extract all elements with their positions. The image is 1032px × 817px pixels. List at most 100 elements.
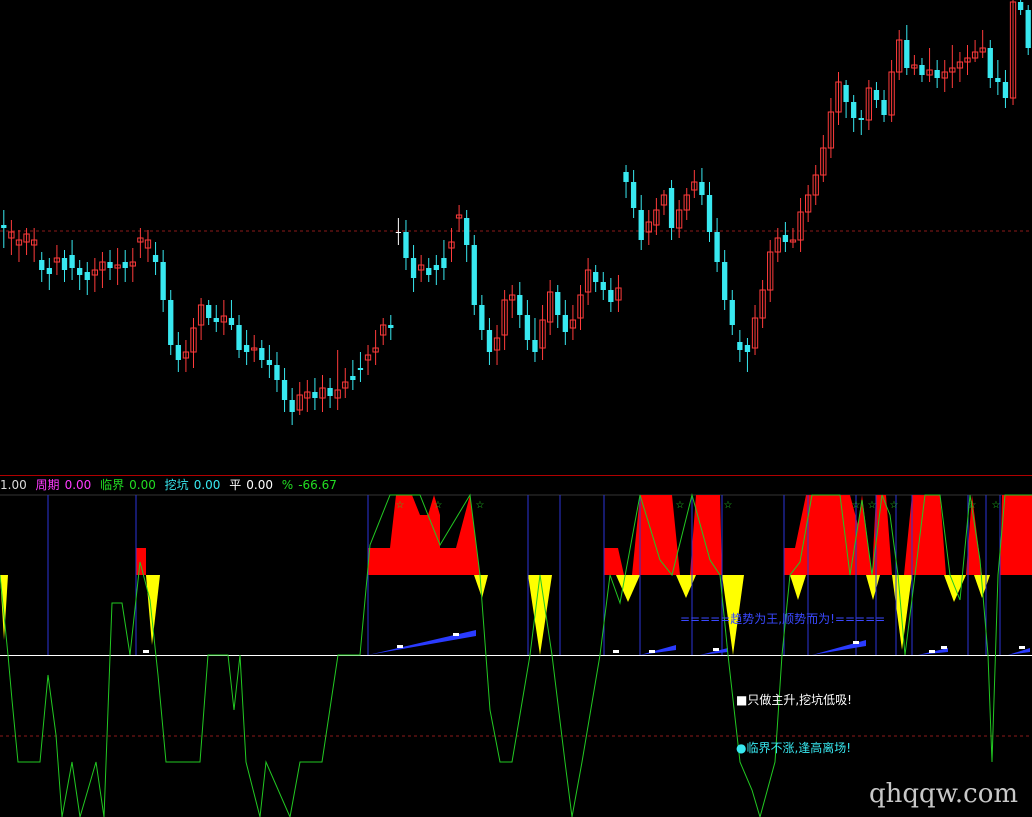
candle [532,318,538,362]
candle-body [737,342,743,350]
candle-body [630,182,637,208]
candle [630,170,637,218]
candle [569,305,577,340]
candle-body [327,388,333,396]
candle [843,80,849,118]
candle-body [995,78,1001,82]
blue-ramp [368,630,476,655]
indicator-panel[interactable]: ☆ ☆ ☆ ☆ ☆ ☆ ☆ ☆ ☆ ☆ [0,477,1032,817]
candle [546,280,554,335]
candle-body [744,345,751,352]
candle-body [517,295,523,315]
candle-body [350,376,356,380]
candle [364,345,372,375]
legend-critical-value: 0.00 [129,478,156,492]
candle [455,205,463,232]
candle-body [638,210,644,240]
yellow-signal [146,575,160,645]
candle [319,375,326,412]
candle [683,188,690,220]
white-marker [397,645,403,648]
star-icon: ☆ [676,500,685,511]
candle-body [84,272,90,280]
candle [934,60,940,88]
candle-body [858,118,864,120]
candle-body [168,300,174,345]
candle-body [524,315,531,340]
candle [30,228,38,262]
candle-body [555,292,561,315]
candle [949,45,956,88]
candle [782,222,789,252]
candle-body [471,245,477,305]
candle [380,318,387,345]
candle-body [259,348,265,360]
candle-body [851,102,857,118]
note-critical-text: 临界不涨,逢高离场! [746,741,852,755]
candle [1002,70,1009,108]
white-marker [649,650,655,653]
blue-ramp [1008,648,1030,655]
candle [433,255,439,285]
candle [206,300,212,325]
candle [539,305,546,360]
indicator-chart[interactable]: ☆ ☆ ☆ ☆ ☆ ☆ ☆ ☆ ☆ ☆ [0,477,1032,817]
candle [645,210,652,245]
candle-body [714,232,720,262]
candle [220,300,228,335]
candle [623,165,629,198]
candle [509,285,516,318]
legend-period-label: 周期 [35,478,60,492]
candle-body [266,360,273,365]
candle-body [213,318,219,322]
candle-body [593,272,599,282]
candle [175,332,181,372]
candle [479,295,485,340]
indicator-legend: 1.00 周期 0.00 临界 0.00 挖坑 0.00 平 0.00 % -66.67 [0,477,342,493]
white-marker [453,633,459,636]
candle-body [600,282,606,290]
candle [350,360,356,390]
candle [584,258,592,305]
candle [69,240,75,280]
white-marker [613,650,619,653]
candle [23,228,30,255]
legend-flat-value: 0.00 [246,478,273,492]
candle [236,315,242,358]
candle-body [1017,2,1024,10]
candle-body [668,188,675,228]
candle-body [623,172,629,182]
note-main-rise: ■只做主升,挖坑低吸! [736,691,852,708]
candle [737,330,743,362]
candle [517,282,523,328]
candle [213,305,219,332]
candle [388,315,394,340]
price-chart-panel[interactable] [0,0,1032,476]
candlestick-chart[interactable] [0,0,1032,476]
legend-critical-label: 临界 [100,478,125,492]
star-icon: ☆ [890,500,899,511]
candle-body [39,260,45,270]
candle [8,220,15,255]
candle [46,258,52,290]
candle [39,252,45,282]
candle-body [934,70,940,78]
white-marker [143,650,149,653]
candle-body [61,258,68,270]
yellow-signal [866,575,880,600]
candle [137,228,144,258]
candle [417,255,425,282]
candle-body [919,65,925,75]
candle [91,258,99,292]
candle [77,260,83,290]
candle [714,218,720,272]
candle [638,195,644,250]
candle [804,185,812,222]
candle [653,198,660,235]
candle [744,338,751,372]
bullet-square-icon: ■ [736,693,748,707]
candle-body [464,218,470,245]
candle-body [357,368,364,370]
candle-body [532,340,538,352]
candle [615,275,622,312]
